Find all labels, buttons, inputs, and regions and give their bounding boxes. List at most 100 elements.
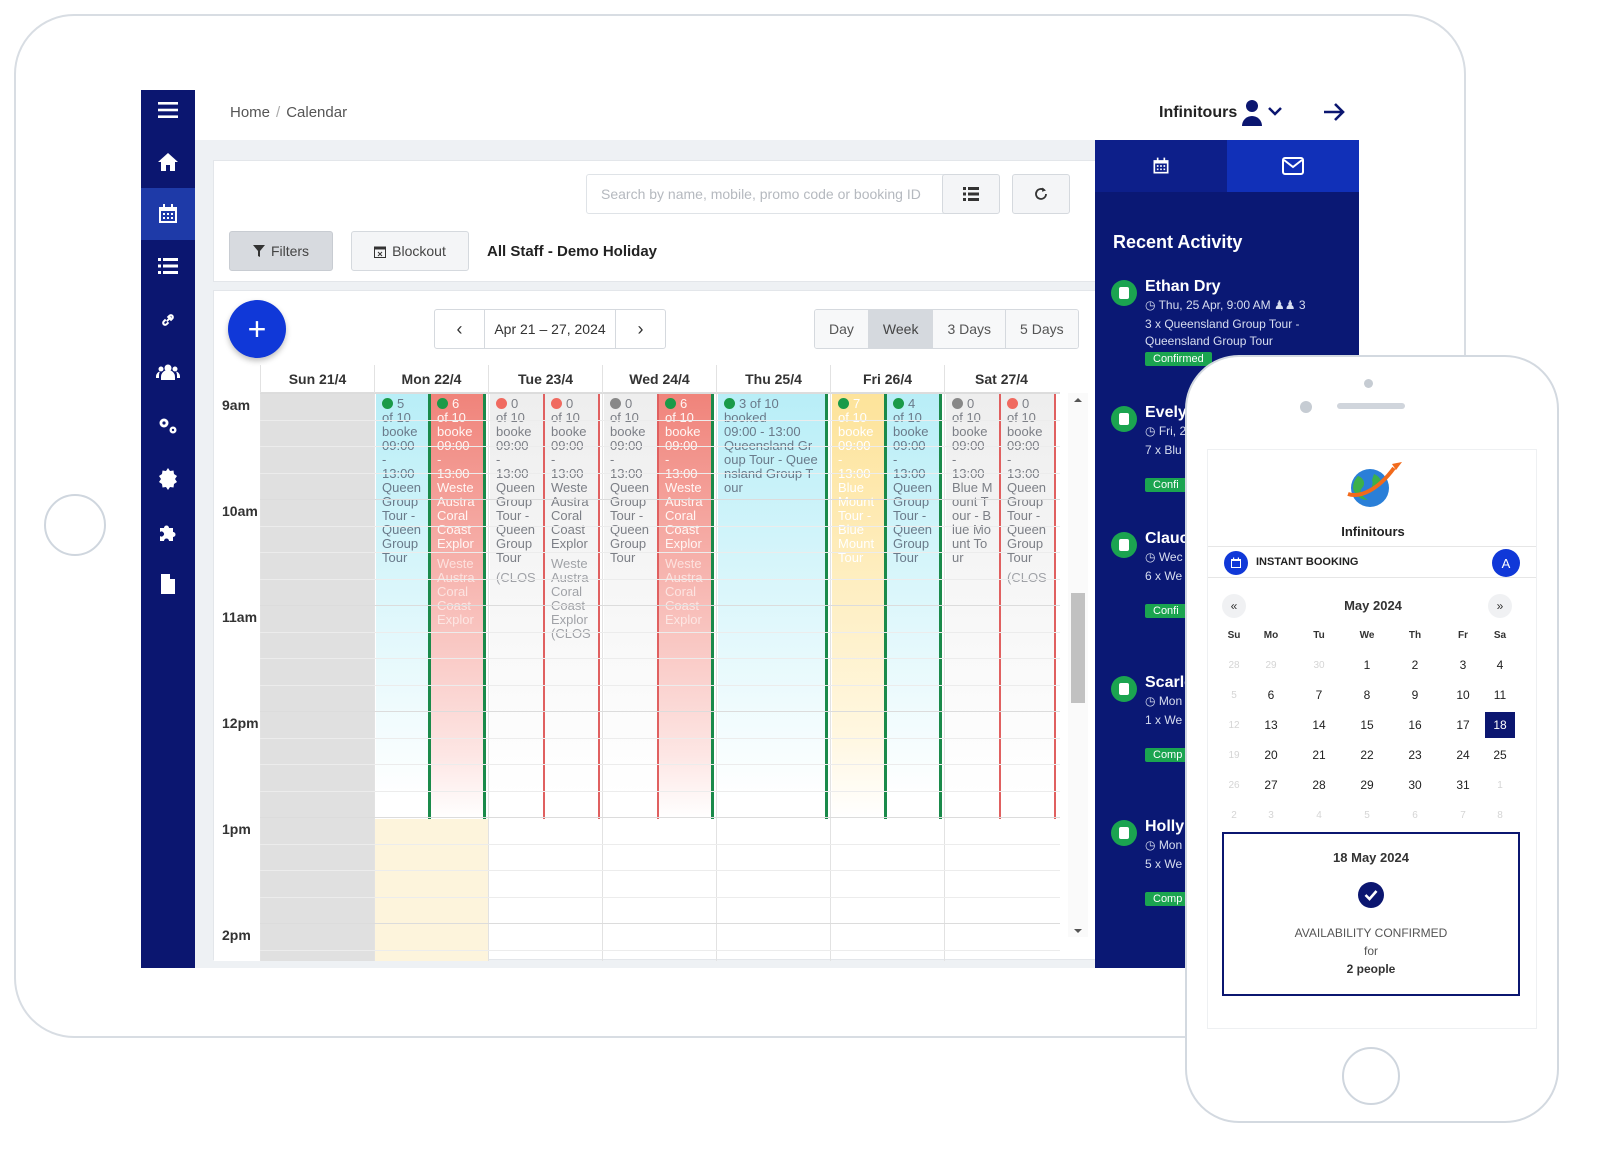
booking-event[interactable]: 5 of 10 booke 09:00-13:00 Queen Group Tour -… xyxy=(376,393,431,819)
link-icon[interactable] xyxy=(141,294,195,346)
calendar-day[interactable]: 27 xyxy=(1256,772,1286,798)
calendar-day[interactable]: 11 xyxy=(1485,682,1515,708)
next-month-button[interactable]: » xyxy=(1488,594,1512,618)
booking-event[interactable]: 0 of 10 booke 09:00-13:00 Queen Group Tour -… xyxy=(1001,393,1056,819)
grid-line xyxy=(260,817,1060,818)
refresh-button[interactable] xyxy=(1012,174,1070,214)
calendar-day[interactable]: 24 xyxy=(1448,742,1478,768)
view-day[interactable]: Day xyxy=(815,310,869,348)
list-icon[interactable] xyxy=(141,240,195,292)
breadcrumb-home[interactable]: Home xyxy=(230,104,270,121)
calendar-day[interactable]: 25 xyxy=(1485,742,1515,768)
calendar-day[interactable]: 2 xyxy=(1400,652,1430,678)
view-week[interactable]: Week xyxy=(868,310,934,348)
event-end: 13:00 xyxy=(952,466,985,481)
instant-booking-bar: INSTANT BOOKING A xyxy=(1208,546,1536,578)
calendar-day[interactable]: 8 xyxy=(1352,682,1382,708)
calendar-day[interactable]: 4 xyxy=(1485,652,1515,678)
calendar-day[interactable]: 16 xyxy=(1400,712,1430,738)
calendar-day[interactable]: 1 xyxy=(1352,652,1382,678)
home-icon[interactable] xyxy=(141,136,195,188)
tab-messages[interactable] xyxy=(1227,140,1359,192)
calendar-icon[interactable] xyxy=(141,188,195,240)
scroll-down-icon[interactable] xyxy=(1068,925,1088,937)
blockout-button[interactable]: Blockout xyxy=(351,231,469,271)
calendar-card: + ‹ Apr 21 – 27, 2024 › Day Week 3 Days 5 D… xyxy=(213,290,1099,961)
calendar-day[interactable]: 21 xyxy=(1304,742,1334,768)
event-count: 0 xyxy=(566,396,574,411)
search-input[interactable]: Search by name, mobile, promo code or bo… xyxy=(586,174,950,214)
booking-event[interactable]: 6 of 10 booke 09:00-13:00 Weste Austra Coral… xyxy=(431,393,486,819)
calendar-day[interactable]: 23 xyxy=(1400,742,1430,768)
activity-when: ◷ Fri, 2 xyxy=(1145,424,1186,438)
calendar-day[interactable]: 30 xyxy=(1400,772,1430,798)
calendar-day[interactable]: 13 xyxy=(1256,712,1286,738)
add-booking-button[interactable]: + xyxy=(228,300,286,358)
grid-line xyxy=(260,393,1060,394)
event-capacity: of 10 xyxy=(952,410,981,425)
calendar-day: 8 xyxy=(1497,809,1503,821)
calendar-day[interactable]: 6 xyxy=(1256,682,1286,708)
booking-event[interactable]: 0 of 10 booke 09:00-13:00 Queen Group Tour -… xyxy=(604,393,659,819)
scrollbar-thumb[interactable] xyxy=(1071,593,1085,703)
settings-icon[interactable] xyxy=(141,452,195,504)
availability-dot-icon xyxy=(496,398,507,409)
calendar-day[interactable]: 17 xyxy=(1448,712,1478,738)
filters-label: Filters xyxy=(270,243,310,259)
brand-name: Infinitours xyxy=(1159,104,1238,121)
event-capacity: of 10 xyxy=(437,410,466,425)
event-capacity: of 10 xyxy=(665,410,694,425)
calendar-day[interactable]: 10 xyxy=(1448,682,1478,708)
booking-event[interactable]: 0 of 10 booke 09:00-13:00 Weste Austra Coral… xyxy=(545,393,600,819)
next-week-button[interactable]: › xyxy=(615,310,665,348)
status-badge: Confi xyxy=(1145,478,1187,492)
document-icon[interactable] xyxy=(141,558,195,610)
calendar-day[interactable]: 3 xyxy=(1448,652,1478,678)
user-menu-icon[interactable] xyxy=(1241,98,1287,128)
booking-event[interactable]: 0 of 10 booke 09:00-13:00 Blue Mount Tour - … xyxy=(946,393,1001,819)
booking-event[interactable]: 3 of 10 booked 09:00 - 13:00 Queensland Gro… xyxy=(718,393,828,819)
event-description: Weste Austra Coral Coast Explor xyxy=(665,480,703,551)
avatar[interactable]: A xyxy=(1492,549,1520,577)
puzzle-icon[interactable] xyxy=(141,506,195,558)
booking-event[interactable]: 7 of 10 booke 09:00-13:00 Blue Mount Tour - … xyxy=(832,393,887,819)
calendar-scrollbar[interactable] xyxy=(1068,393,1088,937)
booking-event[interactable]: 4 of 10 booke 09:00-13:00 Queen Group Tour -… xyxy=(887,393,942,819)
sidebar xyxy=(141,90,195,968)
filters-button[interactable]: Filters xyxy=(229,231,333,271)
event-count: 5 xyxy=(397,396,405,411)
day-header: Sun 21/4 xyxy=(260,365,374,393)
view-3-days[interactable]: 3 Days xyxy=(933,310,1007,348)
calendar-day[interactable]: 15 xyxy=(1352,712,1382,738)
calendar-day[interactable]: 31 xyxy=(1448,772,1478,798)
calendar-day[interactable]: 22 xyxy=(1352,742,1382,768)
tab-calendar[interactable] xyxy=(1095,140,1227,192)
time-label: 1pm xyxy=(222,821,251,837)
event-status: booke xyxy=(665,424,701,439)
cogs-icon[interactable] xyxy=(141,400,195,452)
calendar-day[interactable]: 28 xyxy=(1304,772,1334,798)
booking-event[interactable]: 6 of 10 booke 09:00-13:00 Weste Austra Coral… xyxy=(659,393,714,819)
logout-arrow-icon[interactable] xyxy=(1320,98,1348,126)
event-end: 13:00 xyxy=(496,466,529,481)
calendar-day[interactable]: 7 xyxy=(1304,682,1334,708)
calendar-day[interactable]: 14 xyxy=(1304,712,1334,738)
menu-icon[interactable] xyxy=(141,90,195,136)
calendar-day[interactable]: 9 xyxy=(1400,682,1430,708)
booking-widget: Infinitours INSTANT BOOKING A « May 2024… xyxy=(1207,449,1537,1029)
calendar-day[interactable]: 20 xyxy=(1256,742,1286,768)
calendar-day: 6 xyxy=(1412,809,1418,821)
list-view-button[interactable] xyxy=(942,174,1000,214)
availability-dot-icon xyxy=(838,398,849,409)
booking-event[interactable]: 0 of 10 booke 09:00-13:00 Queen Group Tour -… xyxy=(490,393,545,819)
users-icon[interactable] xyxy=(141,346,195,398)
event-dash: - xyxy=(610,452,615,467)
calendar-day[interactable]: 18 xyxy=(1485,712,1515,738)
staff-selector[interactable]: All Staff - Demo Holiday xyxy=(487,243,657,260)
event-count: 0 xyxy=(967,396,975,411)
prev-week-button[interactable]: ‹ xyxy=(435,310,485,348)
phone-speaker xyxy=(1337,403,1405,409)
view-5-days[interactable]: 5 Days xyxy=(1006,310,1078,348)
calendar-day[interactable]: 29 xyxy=(1352,772,1382,798)
scroll-up-icon[interactable] xyxy=(1068,394,1088,406)
